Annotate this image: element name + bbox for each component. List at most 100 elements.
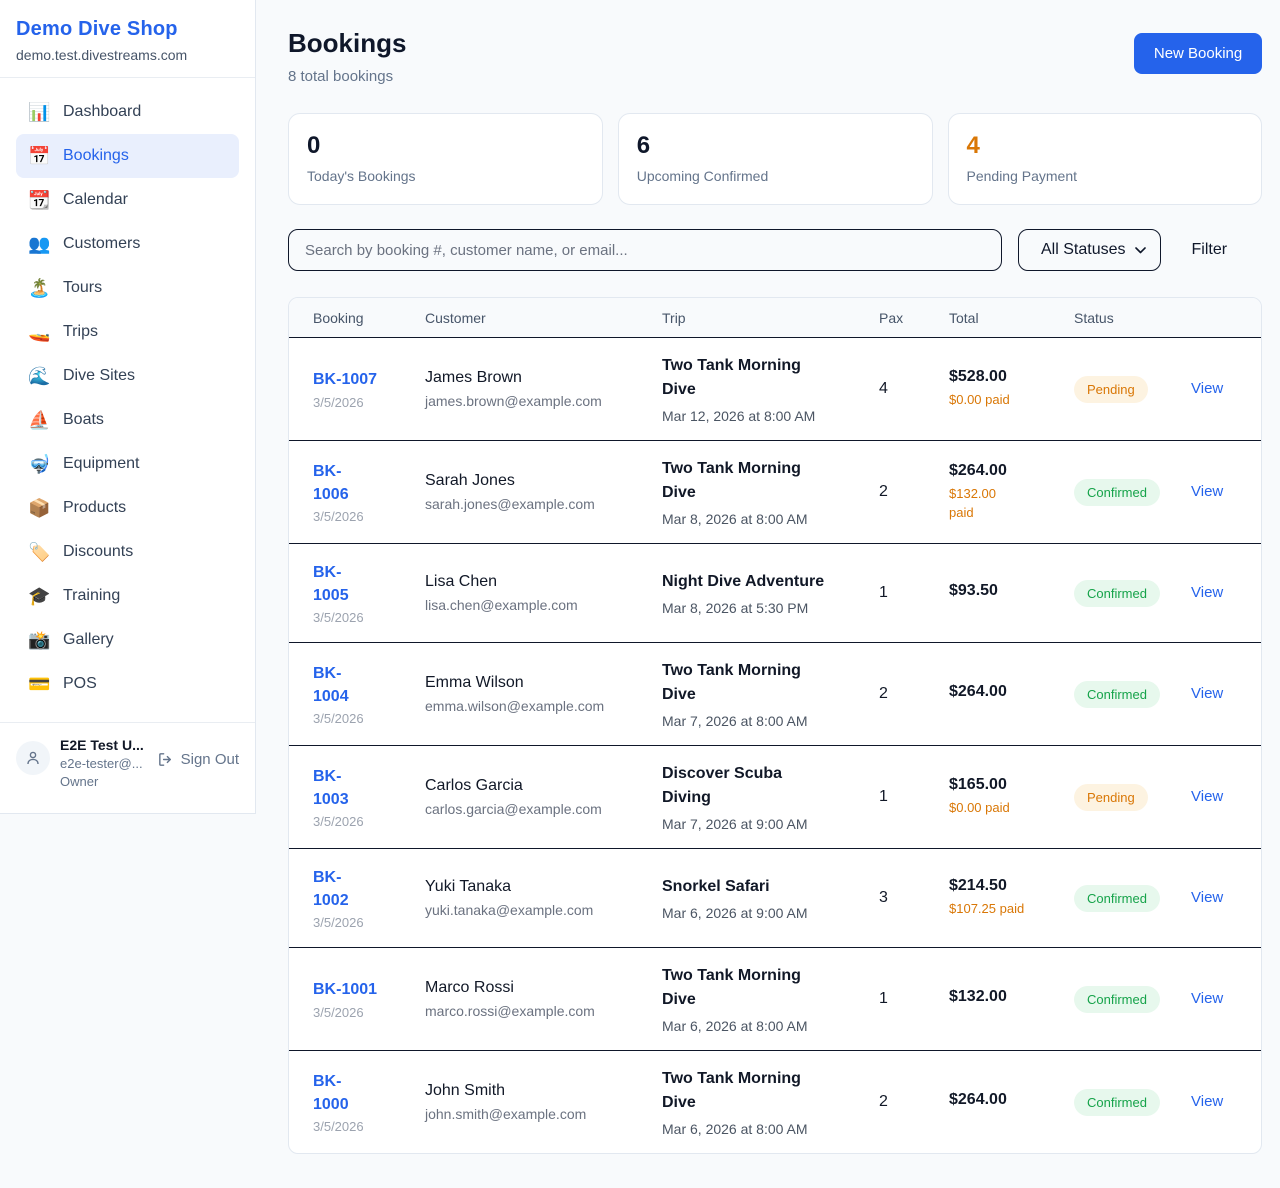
stat-value: 0: [307, 132, 584, 160]
booking-link[interactable]: BK-1005: [313, 561, 411, 607]
brand-domain: demo.test.divestreams.com: [16, 47, 239, 63]
booking-link[interactable]: BK-1000: [313, 1070, 411, 1116]
customer-email: james.brown@example.com: [425, 393, 648, 409]
sidebar-item-label: Calendar: [63, 191, 128, 209]
speedboat-icon: 🚤: [28, 322, 50, 343]
total-amount: $264.00: [949, 462, 1060, 480]
user-section: E2E Test U... e2e-tester@... Owner Sign …: [0, 722, 255, 803]
trip-datetime: Mar 7, 2026 at 9:00 AM: [662, 816, 865, 832]
status-badge: Pending: [1074, 784, 1148, 811]
table-row: BK-1002 3/5/2026 Yuki Tanaka yuki.tanaka…: [289, 849, 1261, 948]
view-link[interactable]: View: [1191, 1093, 1223, 1110]
total-cell: $132.00: [949, 988, 1074, 1011]
camera-icon: 📸: [28, 630, 50, 651]
booking-date: 3/5/2026: [313, 1119, 411, 1134]
main-content: Bookings 8 total bookings New Booking 0 …: [256, 0, 1280, 1188]
new-booking-button[interactable]: New Booking: [1134, 33, 1262, 74]
trip-datetime: Mar 6, 2026 at 8:00 AM: [662, 1121, 865, 1137]
total-cell: $264.00: [949, 1091, 1074, 1114]
customer-name: Sarah Jones: [425, 472, 648, 490]
trip-datetime: Mar 7, 2026 at 8:00 AM: [662, 713, 865, 729]
sidebar-item-customers[interactable]: 👥 Customers: [16, 222, 239, 266]
search-input[interactable]: [288, 229, 1002, 271]
sidebar-item-label: POS: [63, 675, 97, 693]
view-link[interactable]: View: [1191, 584, 1223, 601]
booking-link[interactable]: BK-1003: [313, 765, 411, 811]
sidebar-item-tours[interactable]: 🏝️ Tours: [16, 266, 239, 310]
view-link[interactable]: View: [1191, 990, 1223, 1007]
status-cell: Pending: [1074, 376, 1191, 403]
customer-email: emma.wilson@example.com: [425, 698, 648, 714]
sidebar-item-gallery[interactable]: 📸 Gallery: [16, 618, 239, 662]
trip-cell: Discover ScubaDiving Mar 7, 2026 at 9:00…: [662, 762, 879, 832]
total-amount: $93.50: [949, 582, 1060, 600]
pax-cell: 2: [879, 685, 949, 703]
booking-link[interactable]: BK-1007: [313, 368, 411, 391]
user-name: E2E Test U...: [60, 737, 147, 753]
pax-cell: 2: [879, 483, 949, 501]
booking-link[interactable]: BK-1006: [313, 460, 411, 506]
actions-cell: View: [1191, 990, 1237, 1008]
status-cell: Confirmed: [1074, 681, 1191, 708]
sidebar-item-label: Dive Sites: [63, 367, 135, 385]
column-header-total: Total: [949, 310, 1074, 326]
booking-link[interactable]: BK-1001: [313, 978, 411, 1001]
sidebar-item-equipment[interactable]: 🤿 Equipment: [16, 442, 239, 486]
sidebar-item-label: Trips: [63, 323, 98, 341]
paid-amount: $0.00 paid: [949, 391, 1060, 409]
customer-name: John Smith: [425, 1082, 648, 1100]
view-link[interactable]: View: [1191, 788, 1223, 805]
trip-cell: Night Dive Adventure Mar 8, 2026 at 5:30…: [662, 570, 879, 616]
user-role: Owner: [60, 774, 147, 789]
view-link[interactable]: View: [1191, 685, 1223, 702]
trip-cell: Two Tank MorningDive Mar 6, 2026 at 8:00…: [662, 964, 879, 1034]
sidebar-item-dive-sites[interactable]: 🌊 Dive Sites: [16, 354, 239, 398]
sign-out-label: Sign Out: [181, 751, 239, 768]
trip-datetime: Mar 8, 2026 at 5:30 PM: [662, 600, 865, 616]
stat-card-todays-bookings: 0 Today's Bookings: [288, 113, 603, 205]
sidebar-item-trips[interactable]: 🚤 Trips: [16, 310, 239, 354]
actions-cell: View: [1191, 889, 1237, 907]
calendar-bookings-icon: 📅: [28, 146, 50, 167]
person-icon: [25, 750, 41, 766]
trip-datetime: Mar 8, 2026 at 8:00 AM: [662, 511, 865, 527]
column-header-pax: Pax: [879, 310, 949, 326]
paid-amount: $132.00paid: [949, 485, 1060, 521]
view-link[interactable]: View: [1191, 889, 1223, 906]
table-row: BK-1005 3/5/2026 Lisa Chen lisa.chen@exa…: [289, 544, 1261, 643]
booking-cell: BK-1002 3/5/2026: [313, 866, 425, 930]
sidebar-item-products[interactable]: 📦 Products: [16, 486, 239, 530]
sidebar-item-label: Equipment: [63, 455, 140, 473]
total-amount: $165.00: [949, 776, 1060, 794]
status-cell: Confirmed: [1074, 580, 1191, 607]
sidebar-item-training[interactable]: 🎓 Training: [16, 574, 239, 618]
trip-datetime: Mar 6, 2026 at 8:00 AM: [662, 1018, 865, 1034]
booking-date: 3/5/2026: [313, 814, 411, 829]
booking-link[interactable]: BK-1002: [313, 866, 411, 912]
customer-cell: James Brown james.brown@example.com: [425, 369, 662, 409]
trip-name: Two Tank MorningDive: [662, 659, 865, 707]
trip-cell: Snorkel Safari Mar 6, 2026 at 9:00 AM: [662, 875, 879, 921]
column-header-customer: Customer: [425, 310, 662, 326]
sidebar-item-bookings[interactable]: 📅 Bookings: [16, 134, 239, 178]
sign-out-button[interactable]: Sign Out: [157, 751, 239, 768]
sidebar-item-discounts[interactable]: 🏷️ Discounts: [16, 530, 239, 574]
sidebar-item-label: Discounts: [63, 543, 133, 561]
filter-button[interactable]: Filter: [1177, 241, 1241, 259]
view-link[interactable]: View: [1191, 483, 1223, 500]
customer-name: Emma Wilson: [425, 674, 648, 692]
sidebar-item-boats[interactable]: ⛵ Boats: [16, 398, 239, 442]
booking-cell: BK-1007 3/5/2026: [313, 368, 425, 409]
pax-cell: 1: [879, 990, 949, 1008]
user-email: e2e-tester@...: [60, 756, 147, 771]
actions-cell: View: [1191, 380, 1237, 398]
status-select-value: All Statuses: [1041, 241, 1125, 259]
sidebar-item-dashboard[interactable]: 📊 Dashboard: [16, 90, 239, 134]
view-link[interactable]: View: [1191, 380, 1223, 397]
booking-link[interactable]: BK-1004: [313, 662, 411, 708]
sidebar-item-calendar[interactable]: 📆 Calendar: [16, 178, 239, 222]
pax-cell: 3: [879, 889, 949, 907]
status-select[interactable]: All Statuses: [1018, 229, 1161, 271]
total-cell: $214.50 $107.25 paid: [949, 877, 1074, 918]
sidebar-item-pos[interactable]: 💳 POS: [16, 662, 239, 706]
